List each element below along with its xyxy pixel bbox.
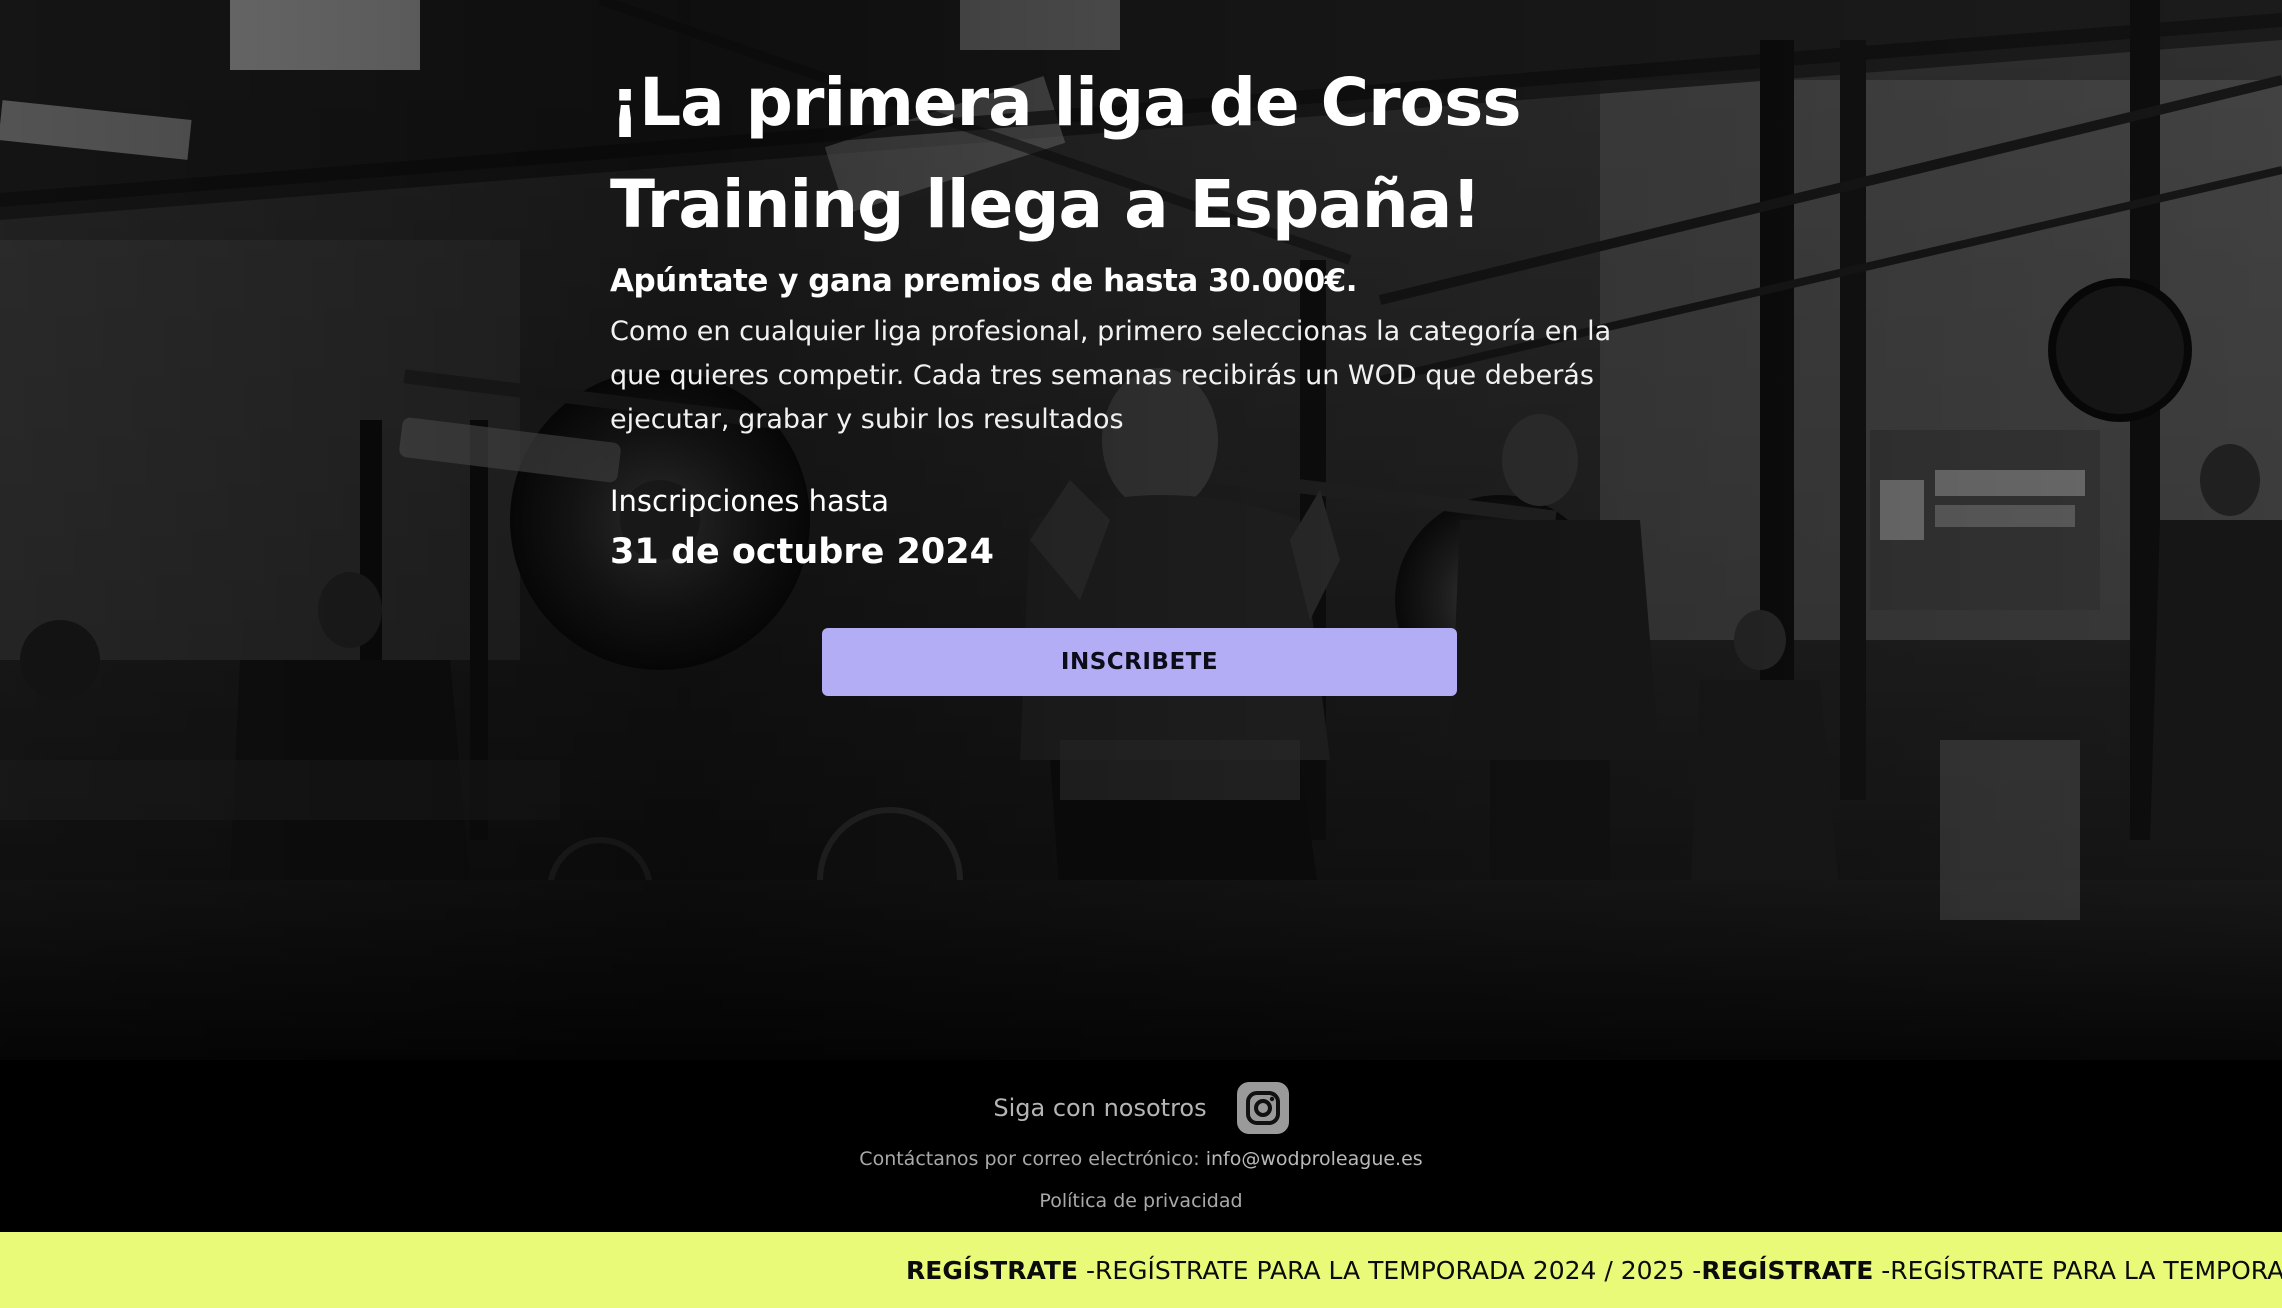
social-row: Siga con nosotros	[0, 1078, 2282, 1138]
instagram-icon[interactable]	[1236, 1082, 1289, 1134]
follow-us-label: Siga con nosotros	[993, 1094, 1207, 1122]
contact-prefix: Contáctanos por correo electrónico:	[859, 1148, 1200, 1170]
hero-title: ¡La primera liga de Cross Training llega…	[610, 64, 1522, 243]
hero-description: Como en cualquier liga profesional, prim…	[610, 316, 1612, 435]
marquee-track: REGÍSTRATE -REGÍSTRATE PARA LA TEMPORADA…	[906, 1232, 2282, 1308]
marquee-text-2: -REGÍSTRATE PARA LA TEMPORADA 2024 / 202…	[1881, 1255, 2282, 1285]
inscribete-button[interactable]: INSCRIBETE	[822, 628, 1457, 696]
deadline-date: 31 de octubre 2024	[610, 532, 994, 572]
hero-section: ¡La primera liga de Cross Training llega…	[0, 0, 2282, 1060]
marquee-strong-1: REGÍSTRATE	[906, 1255, 1078, 1285]
contact-line: Contáctanos por correo electrónico: info…	[0, 1148, 2282, 1170]
hero-subtitle: Apúntate y gana premios de hasta 30.000€…	[610, 263, 1358, 299]
marquee-text-1: -REGÍSTRATE PARA LA TEMPORADA 2024 / 202…	[1078, 1255, 1702, 1285]
registration-marquee: REGÍSTRATE -REGÍSTRATE PARA LA TEMPORADA…	[0, 1232, 2282, 1308]
hero-content: ¡La primera liga de Cross Training llega…	[610, 52, 1640, 578]
footer: Siga con nosotros Contáctanos por correo…	[0, 1060, 2282, 1232]
privacy-policy-link[interactable]: Política de privacidad	[0, 1190, 2282, 1212]
instagram-glyph	[1245, 1091, 1280, 1125]
deadline-label: Inscripciones hasta	[610, 484, 890, 518]
landing-page: ¡La primera liga de Cross Training llega…	[0, 0, 2282, 1308]
contact-email-link[interactable]: info@wodproleague.es	[1206, 1148, 1423, 1170]
marquee-strong-2: REGÍSTRATE	[1701, 1255, 1874, 1285]
